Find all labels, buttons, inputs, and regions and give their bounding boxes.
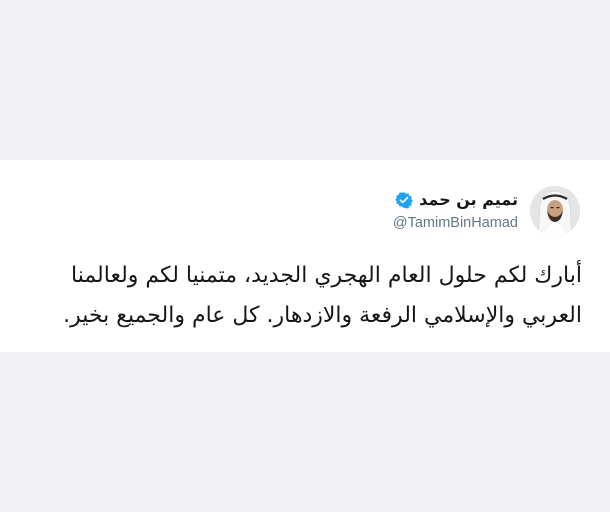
page: تميم بن حمد @TamimBinHamad أبارك لكم حلو… bbox=[0, 0, 610, 512]
verified-badge-icon bbox=[395, 191, 413, 209]
avatar[interactable] bbox=[530, 186, 580, 236]
tweet-author: تميم بن حمد @TamimBinHamad bbox=[393, 190, 518, 232]
tweet-text-line: أبارك لكم حلول العام الهجري الجديد، متمن… bbox=[71, 263, 582, 288]
tweet-text-line: العربي والإسلامي الرفعة والازدهار. كل عا… bbox=[63, 303, 582, 328]
tweet-card: تميم بن حمد @TamimBinHamad أبارك لكم حلو… bbox=[0, 160, 610, 352]
author-handle[interactable]: @TamimBinHamad bbox=[393, 214, 518, 232]
tweet-text: أبارك لكم حلول العام الهجري الجديد، متمن… bbox=[12, 256, 582, 336]
author-name-row: تميم بن حمد bbox=[393, 190, 518, 210]
avatar-portrait bbox=[530, 186, 580, 236]
author-display-name[interactable]: تميم بن حمد bbox=[419, 190, 518, 210]
